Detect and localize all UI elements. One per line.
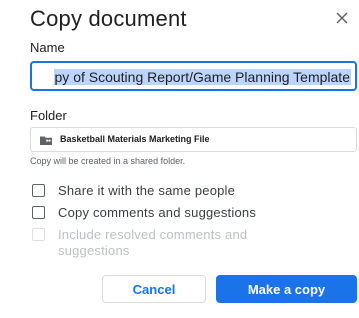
copy-comments-checkbox[interactable] — [32, 206, 45, 219]
name-input-value: py of Scouting Report/Game Planning Temp… — [53, 69, 351, 85]
cancel-button[interactable]: Cancel — [102, 275, 206, 303]
name-label: Name — [30, 40, 65, 55]
shared-folder-note: Copy will be created in a shared folder. — [30, 156, 186, 166]
make-a-copy-button[interactable]: Make a copy — [216, 275, 357, 303]
copy-document-dialog: Copy document Name py of Scouting Report… — [0, 0, 359, 318]
include-resolved-label: Include resolved comments and suggestion… — [58, 227, 248, 258]
share-same-people-label: Share it with the same people — [58, 183, 236, 198]
name-input[interactable]: py of Scouting Report/Game Planning Temp… — [30, 61, 357, 91]
dialog-title: Copy document — [30, 6, 187, 31]
include-resolved-checkbox — [32, 228, 45, 241]
copy-comments-label: Copy comments and suggestions — [58, 205, 257, 220]
share-same-people-option[interactable]: Share it with the same people — [32, 183, 235, 198]
copy-comments-option[interactable]: Copy comments and suggestions — [32, 205, 256, 220]
folder-label: Folder — [30, 108, 67, 123]
folder-name: Basketball Materials Marketing File — [60, 134, 210, 144]
share-same-people-checkbox[interactable] — [32, 184, 45, 197]
close-icon[interactable] — [333, 9, 351, 27]
folder-selector[interactable]: Basketball Materials Marketing File — [30, 127, 357, 152]
shared-folder-icon — [40, 136, 52, 145]
include-resolved-option: Include resolved comments and suggestion… — [32, 227, 288, 259]
